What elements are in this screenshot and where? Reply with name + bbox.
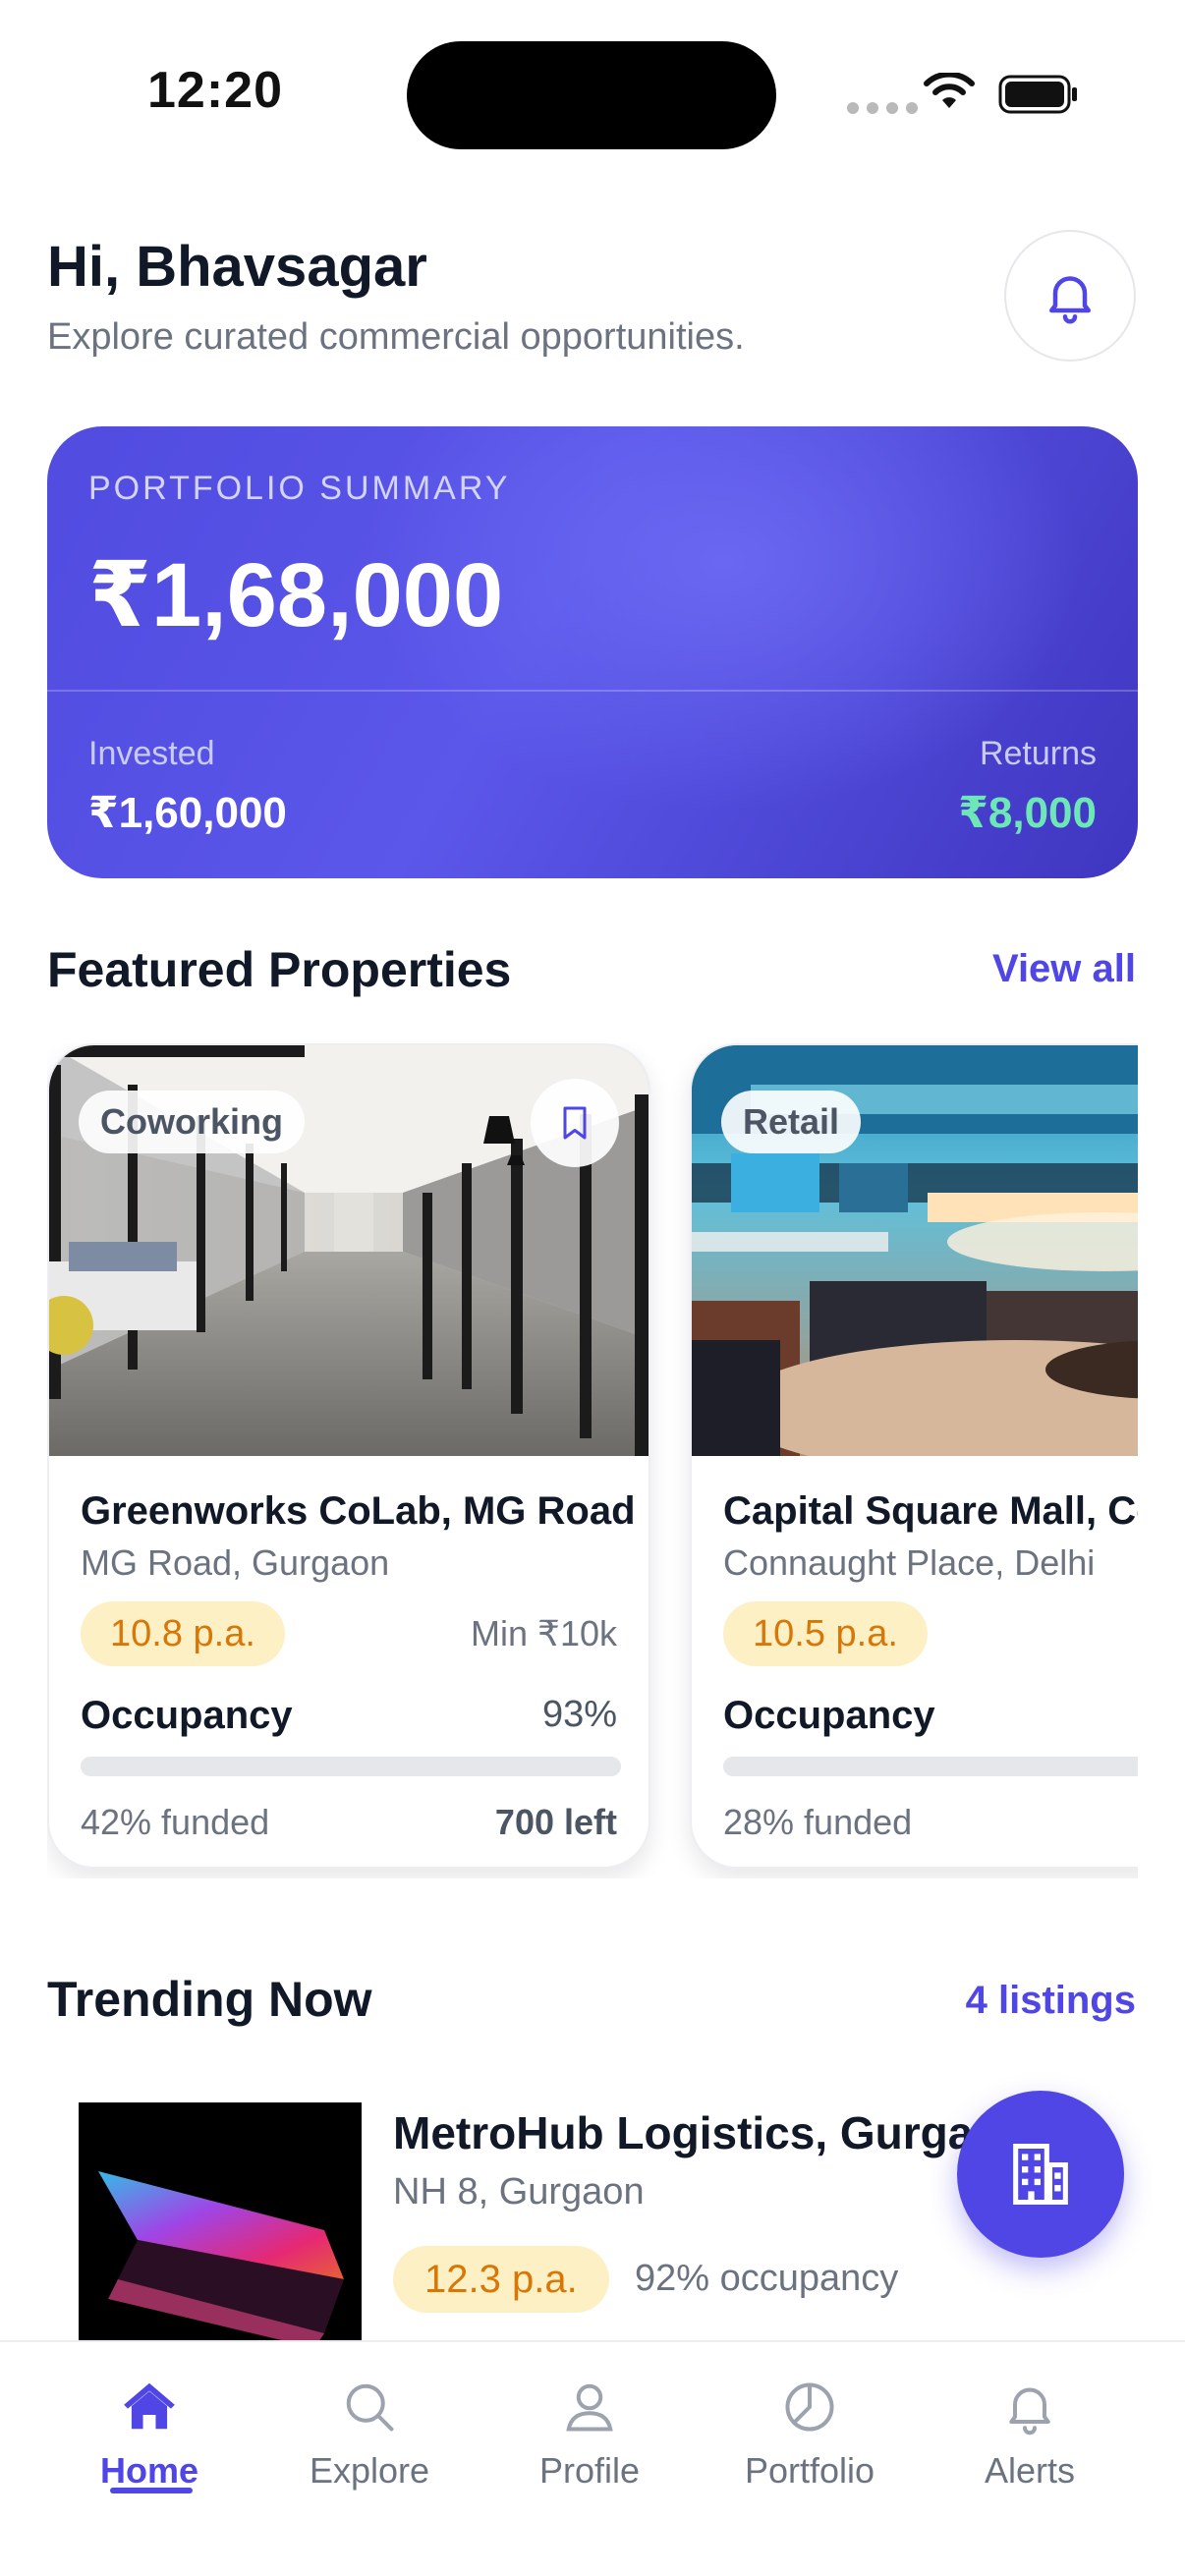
bell-icon [1049, 276, 1091, 324]
bookmark-icon [563, 1106, 587, 1140]
property-image: Coworking [49, 1045, 649, 1456]
yield-badge: 10.8 p.a. [81, 1601, 285, 1666]
active-tab-indicator [110, 2488, 193, 2493]
property-location: Connaught Place, Delhi [723, 1542, 1096, 1583]
trending-occupancy: 92% occupancy [635, 2258, 899, 2299]
invested-value: ₹1,60,000 [88, 789, 287, 837]
trending-image [79, 2102, 362, 2348]
funding-progress-bar [81, 1757, 621, 1776]
status-bar: 12:20 [0, 0, 1185, 187]
trending-location: NH 8, Gurgaon [393, 2171, 645, 2212]
category-tag: Retail [721, 1091, 862, 1153]
portfolio-total: ₹1,68,000 [88, 545, 504, 645]
bottom-tab-bar: Home Explore Profile Portfolio Alerts [0, 2340, 1185, 2576]
trending-yield-badge: 12.3 p.a. [393, 2246, 609, 2313]
bell-icon [1009, 2387, 1050, 2436]
trending-section-title: Trending Now [47, 1972, 372, 2027]
tab-label: Portfolio [744, 2450, 875, 2491]
occupancy-label: Occupancy [723, 1694, 935, 1737]
occupancy-label: Occupancy [81, 1694, 293, 1737]
units-left: 700 left [494, 1802, 617, 1842]
tab-label: Alerts [984, 2450, 1076, 2491]
notifications-button[interactable] [1004, 230, 1136, 362]
listings-count-link[interactable]: 4 listings [966, 1979, 1136, 2023]
min-investment: Min ₹10k [471, 1613, 617, 1653]
building-icon [1013, 2143, 1068, 2206]
property-name: Capital Square Mall, Connaught Place [723, 1489, 1138, 1533]
tab-home[interactable]: Home [51, 2362, 248, 2519]
portfolio-label: PORTFOLIO SUMMARY [88, 470, 511, 507]
tab-label: Explore [309, 2450, 430, 2491]
tab-label: Profile [538, 2450, 641, 2491]
bookmark-button[interactable] [531, 1079, 619, 1167]
portfolio-summary-card[interactable]: PORTFOLIO SUMMARY ₹1,68,000 Invested ₹1,… [47, 426, 1138, 878]
property-name: Greenworks CoLab, MG Road [81, 1489, 636, 1533]
dynamic-island [407, 41, 776, 149]
property-location: MG Road, Gurgaon [81, 1542, 390, 1583]
property-card[interactable]: Coworking Greenworks CoLab, MG Road MG R… [47, 1043, 650, 1869]
featured-section-title: Featured Properties [47, 942, 512, 997]
greeting-title: Hi, Bhavsagar [47, 235, 427, 299]
properties-fab[interactable] [957, 2091, 1124, 2258]
funding-progress-bar [723, 1757, 1138, 1776]
invested-label: Invested [88, 735, 215, 772]
category-tag: Coworking [79, 1091, 305, 1153]
yield-badge: 10.5 p.a. [723, 1601, 928, 1666]
returns-value: ₹8,000 [958, 789, 1097, 837]
view-all-link[interactable]: View all [992, 947, 1136, 991]
status-time: 12:20 [147, 62, 283, 119]
wifi-icon [924, 73, 975, 108]
featured-carousel[interactable]: Coworking Greenworks CoLab, MG Road MG R… [47, 1043, 1138, 1878]
tab-profile[interactable]: Profile [491, 2362, 688, 2519]
property-image: Retail [692, 1045, 1138, 1456]
tab-explore[interactable]: Explore [271, 2362, 468, 2519]
tab-portfolio[interactable]: Portfolio [711, 2362, 908, 2519]
returns-label: Returns [979, 735, 1097, 772]
battery-icon [998, 75, 1077, 114]
greeting-subtitle: Explore curated commercial opportunities… [47, 316, 745, 358]
tab-label: Home [99, 2450, 199, 2491]
user-icon [566, 2383, 613, 2432]
home-icon [124, 2382, 175, 2430]
occupancy-value: 93% [541, 1694, 617, 1735]
trending-name: MetroHub Logistics, Gurgaon [393, 2107, 1029, 2158]
funded-percentage: 28% funded [723, 1802, 913, 1842]
tab-alerts[interactable]: Alerts [931, 2362, 1128, 2519]
search-icon [346, 2383, 394, 2432]
portfolio-divider [47, 690, 1138, 692]
pie-chart-icon [785, 2382, 834, 2432]
cellular-signal-icon [847, 102, 918, 114]
funded-percentage: 42% funded [81, 1802, 270, 1842]
property-card[interactable]: Retail Capital Square Mall, Connaught Pl… [690, 1043, 1138, 1869]
